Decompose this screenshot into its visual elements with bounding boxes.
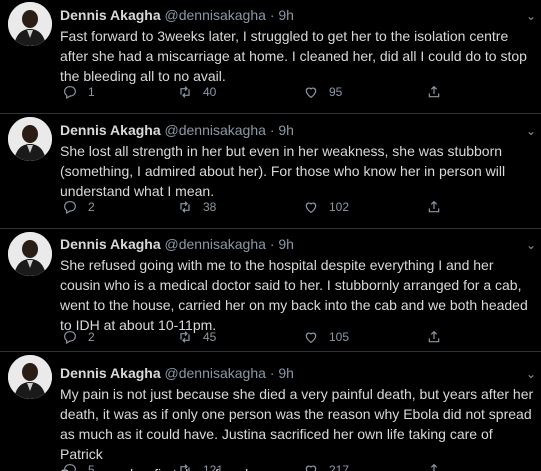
like-count: 217 <box>329 463 350 471</box>
user-handle[interactable]: @dennisakagha <box>165 7 266 23</box>
share-icon <box>428 330 440 343</box>
chevron-down-icon[interactable]: ⌄ <box>526 367 536 381</box>
tweet[interactable]: Dennis Akagha @dennisakagha · 9h ⌄ She l… <box>0 115 541 229</box>
user-handle[interactable]: @dennisakagha <box>165 236 266 252</box>
share-button[interactable] <box>426 199 452 215</box>
like-icon <box>305 87 317 99</box>
retweet-icon <box>180 331 190 343</box>
timestamp[interactable]: 9h <box>278 236 294 252</box>
display-name[interactable]: Dennis Akagha <box>60 236 161 252</box>
tweet-actions: 1 40 95 <box>60 84 460 104</box>
retweet-icon <box>180 464 190 471</box>
reply-icon <box>64 86 76 100</box>
tweet-actions: 2 38 102 <box>60 199 460 219</box>
separator-dot: · <box>269 7 275 23</box>
tweet-text: She refused going with me to the hospita… <box>60 257 528 333</box>
separator-dot: · <box>269 365 275 381</box>
retweet-button[interactable]: 121 <box>177 462 223 471</box>
like-count: 95 <box>329 85 343 99</box>
display-name[interactable]: Dennis Akagha <box>60 7 161 23</box>
like-icon <box>305 332 317 344</box>
like-button[interactable]: 102 <box>303 199 349 215</box>
retweet-icon <box>180 201 190 213</box>
like-button[interactable]: 217 <box>303 462 349 471</box>
tweet-header: Dennis Akagha @dennisakagha · 9h <box>60 120 534 140</box>
user-handle[interactable]: @dennisakagha <box>165 122 266 138</box>
timestamp[interactable]: 9h <box>278 7 294 23</box>
user-handle[interactable]: @dennisakagha <box>165 365 266 381</box>
avatar[interactable] <box>8 2 52 46</box>
reply-count: 5 <box>88 463 95 471</box>
retweet-button[interactable]: 40 <box>177 84 216 100</box>
reply-count: 1 <box>88 85 95 99</box>
like-button[interactable]: 95 <box>303 84 342 100</box>
retweet-button[interactable]: 38 <box>177 199 216 215</box>
chevron-down-icon[interactable]: ⌄ <box>526 238 536 252</box>
retweet-count: 40 <box>203 85 217 99</box>
timestamp[interactable]: 9h <box>278 365 294 381</box>
tweet-text: She lost all strength in her but even in… <box>60 143 506 199</box>
like-button[interactable]: 105 <box>303 329 349 345</box>
avatar[interactable] <box>8 117 52 161</box>
reply-icon <box>64 331 76 345</box>
tweet[interactable]: Dennis Akagha @dennisakagha · 9h ⌄ She r… <box>0 230 541 352</box>
share-icon <box>428 200 440 213</box>
tweet-text: Fast forward to 3weeks later, I struggle… <box>60 28 527 84</box>
reply-button[interactable]: 2 <box>62 199 95 215</box>
share-icon <box>430 463 438 471</box>
share-icon <box>428 85 440 98</box>
display-name[interactable]: Dennis Akagha <box>60 365 161 381</box>
retweet-count: 121 <box>203 463 224 471</box>
share-button[interactable] <box>426 329 452 345</box>
chevron-down-icon[interactable]: ⌄ <box>526 124 536 138</box>
reply-count: 2 <box>88 200 95 214</box>
share-button[interactable] <box>426 462 452 471</box>
tweet-header: Dennis Akagha @dennisakagha · 9h <box>60 234 534 254</box>
reply-button[interactable]: 1 <box>62 84 95 100</box>
timestamp[interactable]: 9h <box>278 122 294 138</box>
like-count: 105 <box>329 330 350 344</box>
reply-icon <box>64 201 76 215</box>
separator-dot: · <box>269 122 275 138</box>
display-name[interactable]: Dennis Akagha <box>60 122 161 138</box>
tweet-actions: 5 121 217 <box>60 462 460 471</box>
avatar[interactable] <box>8 355 52 399</box>
tweet-header: Dennis Akagha @dennisakagha · 9h <box>60 363 534 383</box>
tweet-thread: Dennis Akagha @dennisakagha · 9h ⌄ Fast … <box>0 0 541 471</box>
reply-button[interactable]: 5 <box>62 462 95 471</box>
retweet-count: 45 <box>203 330 217 344</box>
like-icon <box>305 202 317 214</box>
tweet-actions: 2 45 105 <box>60 329 460 349</box>
reply-icon <box>64 464 76 471</box>
retweet-count: 38 <box>203 200 217 214</box>
chevron-down-icon[interactable]: ⌄ <box>526 9 536 23</box>
like-count: 102 <box>329 200 350 214</box>
avatar[interactable] <box>8 232 52 276</box>
tweet-text: My pain is not just because she died a v… <box>60 386 534 471</box>
tweet[interactable]: Dennis Akagha @dennisakagha · 9h ⌄ Fast … <box>0 0 541 114</box>
retweet-icon <box>180 86 190 98</box>
share-button[interactable] <box>426 84 452 100</box>
separator-dot: · <box>269 236 275 252</box>
retweet-button[interactable]: 45 <box>177 329 216 345</box>
tweet-header: Dennis Akagha @dennisakagha · 9h <box>60 5 534 25</box>
tweet[interactable]: Dennis Akagha @dennisakagha · 9h ⌄ My pa… <box>0 353 541 471</box>
like-icon <box>305 465 317 471</box>
reply-button[interactable]: 2 <box>62 329 95 345</box>
reply-count: 2 <box>88 330 95 344</box>
